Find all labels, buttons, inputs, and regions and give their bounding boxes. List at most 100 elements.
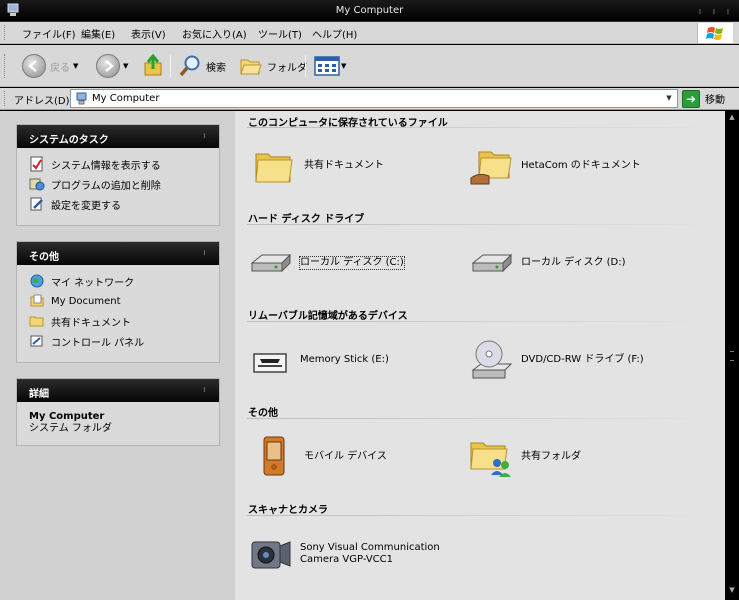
address-grip[interactable]	[4, 91, 7, 106]
other-places-header[interactable]: その他 ╷	[17, 242, 219, 265]
hard-disk-icon	[250, 253, 292, 273]
address-value: My Computer	[92, 93, 160, 104]
views-button[interactable]: ▼	[314, 53, 346, 79]
item-label: 共有ドキュメント	[304, 160, 384, 171]
back-dropdown-icon[interactable]: ▼	[73, 62, 78, 70]
back-button[interactable]: 戻る ▼	[22, 53, 78, 79]
menu-bar: ファイル(F) 編集(E) 表示(V) お気に入り(A) ツール(T) ヘルプ(…	[0, 22, 739, 44]
search-button[interactable]: 検索	[178, 53, 226, 79]
scroll-up-icon[interactable]: ▲	[725, 113, 739, 125]
other-places-title: その他	[29, 252, 59, 263]
item-label: ローカル ディスク (D:)	[521, 257, 626, 268]
menu-view[interactable]: 表示(V)	[131, 26, 166, 41]
views-icon	[314, 56, 340, 76]
place-control-panel[interactable]: コントロール パネル	[29, 331, 209, 351]
place-label: 共有ドキュメント	[51, 317, 131, 329]
go-button[interactable]: ➜ 移動	[682, 89, 725, 108]
my-document-icon	[30, 294, 44, 307]
folders-button[interactable]: フォルダ	[239, 53, 307, 79]
item-label-line: Camera VGP-VCC1	[300, 554, 394, 565]
forward-dropdown-icon[interactable]: ▼	[123, 62, 128, 70]
place-my-network[interactable]: マイ ネットワーク	[29, 271, 209, 291]
address-input[interactable]: My Computer ▼	[70, 89, 678, 108]
group-title: ハード ディスク ドライブ	[248, 214, 365, 225]
menu-edit[interactable]: 編集(E)	[81, 26, 115, 41]
group-divider	[247, 515, 717, 516]
toolbar: 戻る ▼ ▼ 検索 フォルダ ▼	[0, 45, 739, 87]
scroll-down-icon[interactable]: ▼	[725, 586, 739, 598]
minimize-icon[interactable]: ╷	[695, 5, 705, 17]
camera-icon	[251, 541, 291, 569]
folders-label: フォルダ	[267, 62, 307, 74]
go-label: 移動	[705, 95, 725, 106]
my-computer-icon	[76, 92, 87, 105]
control-panel-icon	[30, 335, 43, 347]
title-bar: My Computer ╷ ╷ ╷	[0, 0, 739, 22]
change-setting-icon	[30, 197, 43, 211]
hard-disk-icon	[471, 253, 513, 273]
item-shared-folder[interactable]: 共有フォルダ	[469, 435, 581, 479]
group-divider	[247, 418, 717, 419]
windows-logo	[697, 23, 733, 43]
back-arrow-icon	[22, 54, 46, 78]
task-change-setting[interactable]: 設定を変更する	[29, 194, 209, 214]
task-label: 設定を変更する	[51, 200, 121, 212]
group-title: スキャナとカメラ	[248, 505, 328, 516]
vertical-scrollbar[interactable]: ▲ ▼	[725, 111, 739, 600]
item-label: Sony Visual Communication Camera VGP-VCC…	[300, 542, 440, 566]
menu-grip[interactable]	[4, 25, 7, 40]
system-tasks-title: システムのタスク	[29, 135, 109, 146]
group-title: その他	[248, 408, 278, 419]
views-dropdown-icon[interactable]: ▼	[341, 62, 346, 70]
collapse-icon[interactable]: ╷	[202, 246, 207, 255]
task-view-system-info[interactable]: システム情報を表示する	[29, 154, 209, 174]
place-shared-documents[interactable]: 共有ドキュメント	[29, 311, 209, 331]
memory-stick-icon	[253, 353, 287, 373]
maximize-icon[interactable]: ╷	[709, 5, 719, 17]
item-user-documents[interactable]: HetaCom のドキュメント	[469, 144, 641, 188]
menu-help[interactable]: ヘルプ(H)	[312, 26, 357, 41]
menu-favorites[interactable]: お気に入り(A)	[182, 26, 247, 41]
scroll-thumb[interactable]	[730, 351, 734, 361]
folders-icon	[240, 59, 262, 75]
collapse-icon[interactable]: ╷	[202, 383, 207, 392]
address-bar: アドレス(D) My Computer ▼ ➜ 移動	[0, 88, 739, 110]
place-my-document[interactable]: My Document	[29, 291, 209, 311]
network-globe-icon	[30, 274, 44, 288]
details-header[interactable]: 詳細 ╷	[17, 379, 219, 402]
item-web-camera[interactable]: Sony Visual Communication Camera VGP-VCC…	[248, 532, 440, 576]
item-label: モバイル デバイス	[304, 451, 387, 462]
place-label: マイ ネットワーク	[51, 277, 135, 289]
up-folder-button[interactable]	[143, 53, 165, 79]
add-remove-programs-icon	[29, 178, 45, 191]
task-label: プログラムの追加と削除	[51, 180, 161, 192]
menu-file[interactable]: ファイル(F)	[22, 26, 76, 41]
go-arrow-icon: ➜	[682, 89, 700, 108]
shared-folder-icon	[470, 442, 511, 477]
group-divider	[247, 224, 717, 225]
dvd-drive-icon	[471, 340, 513, 379]
item-label: 共有フォルダ	[521, 451, 581, 462]
toolbar-grip[interactable]	[4, 54, 7, 78]
item-local-disk-c[interactable]: ローカル ディスク (C:)	[248, 241, 405, 285]
search-label: 検索	[206, 62, 226, 74]
folder-icon	[29, 316, 44, 327]
folder-icon	[255, 153, 293, 183]
window-title: My Computer	[335, 5, 404, 16]
place-label: コントロール パネル	[51, 337, 145, 349]
item-local-disk-d[interactable]: ローカル ディスク (D:)	[469, 241, 626, 285]
collapse-icon[interactable]: ╷	[202, 129, 207, 138]
item-mobile-device[interactable]: モバイル デバイス	[252, 435, 387, 479]
item-memory-stick[interactable]: Memory Stick (E:)	[248, 338, 389, 382]
details-type: システム フォルダ	[29, 423, 112, 434]
forward-button[interactable]: ▼	[96, 53, 128, 79]
task-add-remove-programs[interactable]: プログラムの追加と削除	[29, 174, 209, 194]
address-dropdown-icon[interactable]: ▼	[661, 90, 677, 107]
system-tasks-header[interactable]: システムのタスク ╷	[17, 125, 219, 148]
menu-tools[interactable]: ツール(T)	[258, 26, 302, 41]
item-shared-documents[interactable]: 共有ドキュメント	[252, 144, 384, 188]
item-label: Memory Stick (E:)	[300, 354, 389, 365]
system-tasks-panel: システムのタスク ╷ システム情報を表示する プログラムの追加と削除 設定を変更…	[16, 124, 220, 226]
close-icon[interactable]: ╷	[723, 5, 733, 17]
item-dvd-drive[interactable]: DVD/CD-RW ドライブ (F:)	[469, 338, 644, 382]
